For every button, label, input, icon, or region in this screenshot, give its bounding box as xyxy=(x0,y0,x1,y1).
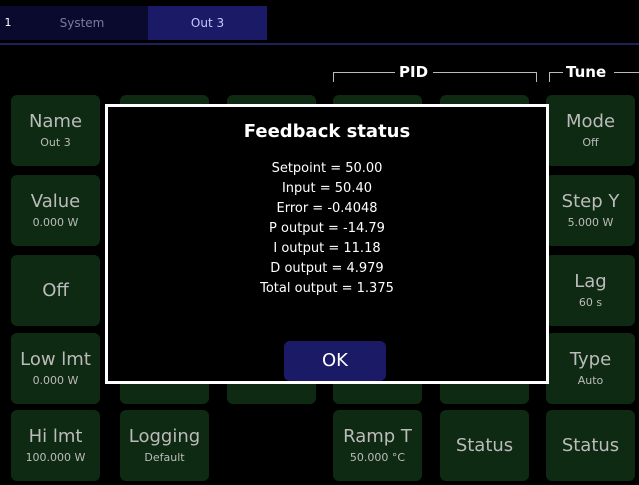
tune-header-line-left xyxy=(549,72,563,73)
tune-mode-value: Off xyxy=(582,135,599,149)
pid-status-label: Status xyxy=(455,435,514,456)
ramp-t-label: Ramp T xyxy=(343,425,412,447)
tab-bar: 1 System Out 3 xyxy=(0,0,639,45)
lag-value: 60 s xyxy=(578,295,603,309)
off-button[interactable]: Off xyxy=(11,255,100,326)
feedback-values: Setpoint = 50.00 Input = 50.40 Error = -… xyxy=(108,159,546,299)
type-label: Type xyxy=(569,348,612,370)
low-limit-value: 0.000 W xyxy=(32,373,79,387)
pid-header-tick-left xyxy=(333,72,334,82)
setpoint-line: Setpoint = 50.00 xyxy=(271,161,383,176)
logging-button[interactable]: Logging Default xyxy=(120,410,209,481)
tune-mode-button[interactable]: Mode Off xyxy=(546,95,635,166)
off-label: Off xyxy=(42,280,69,301)
tune-status-button[interactable]: Status xyxy=(546,410,635,481)
tune-status-label: Status xyxy=(561,435,620,456)
value-value: 0.000 W xyxy=(32,215,79,229)
lag-label: Lag xyxy=(574,270,607,292)
tune-header-line-right xyxy=(614,72,639,73)
pid-header-line-left xyxy=(333,72,395,73)
low-limit-label: Low lmt xyxy=(20,348,91,370)
tab-system[interactable]: System xyxy=(16,6,148,40)
pid-section-header: PID xyxy=(399,63,429,81)
tune-header-tick-left xyxy=(549,72,550,82)
name-label: Name xyxy=(28,110,83,132)
tune-section-header: Tune xyxy=(566,63,607,81)
low-limit-button[interactable]: Low lmt 0.000 W xyxy=(11,333,100,404)
hi-limit-value: 100.000 W xyxy=(25,450,86,464)
step-y-button[interactable]: Step Y 5.000 W xyxy=(546,175,635,246)
type-value: Auto xyxy=(577,373,604,387)
dialog-title: Feedback status xyxy=(243,121,411,142)
type-button[interactable]: Type Auto xyxy=(546,333,635,404)
ok-button[interactable]: OK xyxy=(284,341,386,381)
pid-header-tick-right xyxy=(536,72,537,82)
total-output-line: Total output = 1.375 xyxy=(260,281,394,296)
hi-limit-label: Hi lmt xyxy=(28,425,83,447)
step-y-label: Step Y xyxy=(561,190,620,212)
name-button[interactable]: Name Out 3 xyxy=(11,95,100,166)
logging-value: Default xyxy=(144,450,185,464)
lag-button[interactable]: Lag 60 s xyxy=(546,255,635,326)
p-output-line: P output = -14.79 xyxy=(269,221,385,236)
pid-header-line-right xyxy=(433,72,536,73)
tune-mode-label: Mode xyxy=(565,110,616,132)
pid-status-button[interactable]: Status xyxy=(440,410,529,481)
tab-index-label: 1 xyxy=(0,6,16,40)
input-line: Input = 50.40 xyxy=(281,181,373,196)
i-output-line: I output = 11.18 xyxy=(273,241,381,256)
value-label: Value xyxy=(30,190,81,212)
value-button[interactable]: Value 0.000 W xyxy=(11,175,100,246)
hi-limit-button[interactable]: Hi lmt 100.000 W xyxy=(11,410,100,481)
error-line: Error = -0.4048 xyxy=(276,201,378,216)
ramp-t-value: 50.000 °C xyxy=(349,450,406,464)
tab-out-3[interactable]: Out 3 xyxy=(148,6,267,40)
tab-divider xyxy=(0,43,639,45)
d-output-line: D output = 4.979 xyxy=(270,261,384,276)
ramp-t-button[interactable]: Ramp T 50.000 °C xyxy=(333,410,422,481)
step-y-value: 5.000 W xyxy=(567,215,614,229)
name-value: Out 3 xyxy=(40,135,71,149)
feedback-status-dialog: Feedback status Setpoint = 50.00 Input =… xyxy=(105,104,549,384)
logging-label: Logging xyxy=(128,425,201,447)
